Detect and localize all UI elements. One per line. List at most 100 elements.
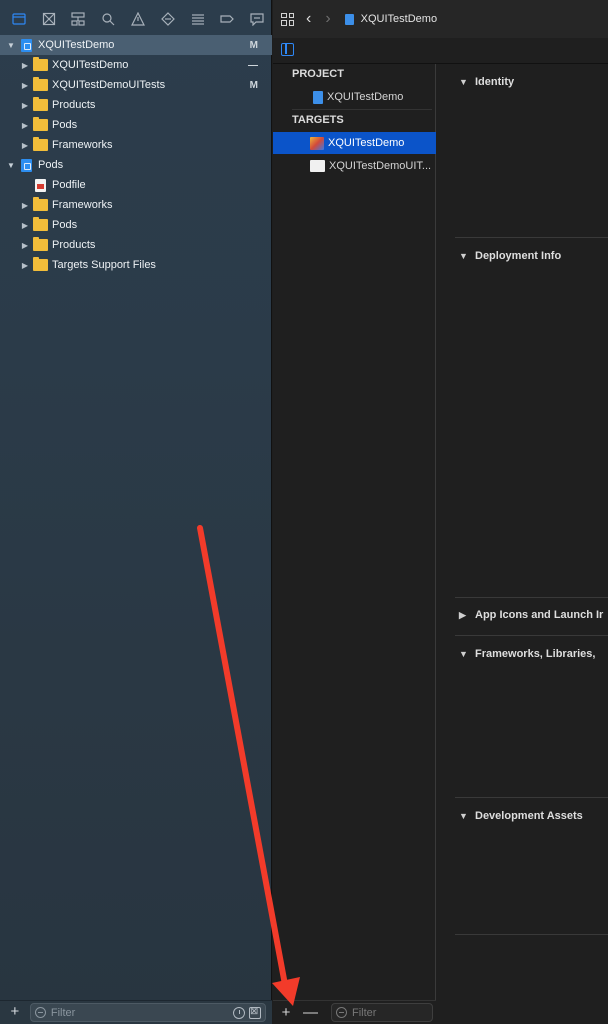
- tree-row-label: XQUITestDemo: [52, 59, 129, 71]
- source-control-tab[interactable]: [34, 7, 64, 31]
- source-control-filter-icon[interactable]: [249, 1006, 261, 1019]
- issue-navigator-tab[interactable]: [123, 7, 153, 31]
- targets-panel: PROJECT XQUITestDemo TARGETS XQUITestDem…: [273, 64, 436, 1024]
- tree-row-label: Frameworks: [52, 139, 113, 151]
- tree-row[interactable]: Podfile: [0, 175, 272, 195]
- disclosure-expanded-icon: ▼: [459, 811, 468, 821]
- tree-row[interactable]: ▶ Frameworks: [0, 135, 272, 155]
- debug-navigator-tab[interactable]: [183, 7, 213, 31]
- tree-row[interactable]: ▶ Frameworks: [0, 195, 272, 215]
- disclosure-collapsed-icon[interactable]: ▶: [20, 120, 30, 130]
- jump-bar: ‹ › XQUITestDemo: [273, 0, 608, 38]
- section-development-assets[interactable]: ▼ Development Assets: [459, 810, 583, 822]
- tree-row[interactable]: ▼ Pods: [0, 155, 272, 175]
- symbol-navigator-tab[interactable]: [64, 7, 94, 31]
- folder-icon: [33, 137, 49, 152]
- disclosure-collapsed-icon[interactable]: ▶: [20, 100, 30, 110]
- targets-filter-input[interactable]: Filter: [331, 1003, 433, 1022]
- disclosure-collapsed-icon[interactable]: ▶: [20, 60, 30, 70]
- forward-arrow-icon[interactable]: ›: [325, 10, 330, 28]
- breakpoint-icon: [220, 15, 235, 23]
- tree-row[interactable]: ▶ XQUITestDemo —: [0, 55, 272, 75]
- filter-placeholder: Filter: [50, 1006, 76, 1019]
- section-app-icons[interactable]: ▶ App Icons and Launch Ir: [459, 609, 603, 621]
- project-navigator-tab[interactable]: [4, 7, 34, 31]
- sidebar-toggle-icon[interactable]: [281, 43, 294, 56]
- disclosure-collapsed-icon[interactable]: ▶: [20, 200, 30, 210]
- tree-row-label: Pods: [52, 219, 78, 231]
- section-frameworks[interactable]: ▼ Frameworks, Libraries,: [459, 648, 595, 660]
- navigator-filter-bar: + Filter: [0, 1000, 272, 1024]
- section-label: Deployment Info: [475, 250, 562, 262]
- folder-icon: [33, 97, 49, 112]
- scm-status-badge: —: [248, 59, 258, 71]
- editor-strip: [273, 38, 608, 64]
- tree-row[interactable]: ▶ XQUITestDemoUITests M: [0, 75, 272, 95]
- section-deployment-info[interactable]: ▼ Deployment Info: [459, 250, 561, 262]
- navigator-filter-input[interactable]: Filter: [29, 1003, 266, 1022]
- project-editor: ‹ › XQUITestDemo PROJECT XQUITestDemo TA…: [273, 0, 608, 1024]
- navigator-toolbar: [0, 0, 272, 38]
- find-navigator-tab[interactable]: [93, 7, 123, 31]
- target-item[interactable]: XQUITestDemo: [273, 132, 436, 154]
- section-identity[interactable]: ▼ Identity: [459, 76, 514, 88]
- disclosure-collapsed-icon[interactable]: ▶: [20, 220, 30, 230]
- section-label: Frameworks, Libraries,: [475, 648, 596, 660]
- divider: [292, 109, 432, 110]
- source-control-icon: [42, 12, 55, 26]
- divider: [455, 797, 608, 798]
- tree-row-label: XQUITestDemo: [38, 39, 115, 51]
- disclosure-expanded-icon[interactable]: ▼: [6, 40, 16, 50]
- disclosure-expanded-icon[interactable]: ▼: [6, 160, 16, 170]
- section-label: Identity: [475, 76, 515, 88]
- folder-icon: [12, 13, 26, 25]
- breadcrumb[interactable]: XQUITestDemo: [361, 13, 437, 25]
- target-item-label: XQUITestDemoUIT...: [329, 160, 432, 172]
- folder-icon: [33, 237, 49, 252]
- divider: [455, 597, 608, 598]
- disclosure-expanded-icon: ▼: [459, 77, 468, 87]
- add-target-button[interactable]: +: [279, 1004, 293, 1021]
- divider: [455, 934, 608, 935]
- add-file-button[interactable]: +: [6, 1003, 24, 1022]
- tree-row-label: Targets Support Files: [52, 259, 156, 271]
- filter-icon: [34, 1007, 46, 1018]
- xcodeproj-icon: [19, 38, 35, 52]
- filter-icon: [336, 1007, 347, 1018]
- breakpoint-navigator-tab[interactable]: [212, 7, 242, 31]
- xcodeproj-icon: [344, 13, 354, 25]
- tree-row-label: Frameworks: [52, 199, 113, 211]
- recent-files-icon[interactable]: [233, 1006, 245, 1019]
- targets-header: TARGETS: [292, 114, 344, 126]
- disclosure-collapsed-icon[interactable]: ▶: [20, 260, 30, 270]
- divider: [455, 635, 608, 636]
- tree-row-label: Pods: [52, 119, 78, 131]
- tree-row[interactable]: ▶ Pods: [0, 115, 272, 135]
- disclosure-expanded-icon: ▼: [459, 251, 468, 261]
- settings-panel: ▼ Identity ▼ Deployment Info ▶ App Icons…: [437, 64, 608, 1024]
- xcodeproj-icon: [313, 90, 323, 104]
- related-items-icon[interactable]: [281, 12, 294, 26]
- back-arrow-icon[interactable]: ‹: [306, 10, 311, 28]
- tree-row-label: Products: [52, 239, 96, 251]
- target-item[interactable]: XQUITestDemoUIT...: [273, 155, 436, 177]
- project-item-label: XQUITestDemo: [327, 91, 404, 103]
- test-navigator-tab[interactable]: [153, 7, 183, 31]
- disclosure-collapsed-icon[interactable]: ▶: [20, 140, 30, 150]
- disclosure-collapsed-icon[interactable]: ▶: [20, 80, 30, 90]
- tree-row[interactable]: ▶ Products: [0, 95, 272, 115]
- disclosure-collapsed-icon[interactable]: ▶: [20, 240, 30, 250]
- project-item[interactable]: XQUITestDemo: [273, 86, 436, 108]
- section-label: App Icons and Launch Ir: [475, 609, 604, 621]
- divider: [455, 237, 608, 238]
- tree-row[interactable]: ▶ Products: [0, 235, 272, 255]
- section-label: Development Assets: [475, 810, 583, 822]
- file-tree: ▼ XQUITestDemo M ▶ XQUITestDemo — ▶ XQUI…: [0, 35, 272, 275]
- tree-row[interactable]: ▼ XQUITestDemo M: [0, 35, 272, 55]
- target-item-label: XQUITestDemo: [328, 137, 405, 149]
- remove-target-button[interactable]: —: [303, 1004, 318, 1021]
- folder-icon: [33, 257, 49, 272]
- report-navigator-tab[interactable]: [242, 7, 272, 31]
- tree-row[interactable]: ▶ Targets Support Files: [0, 255, 272, 275]
- tree-row[interactable]: ▶ Pods: [0, 215, 272, 235]
